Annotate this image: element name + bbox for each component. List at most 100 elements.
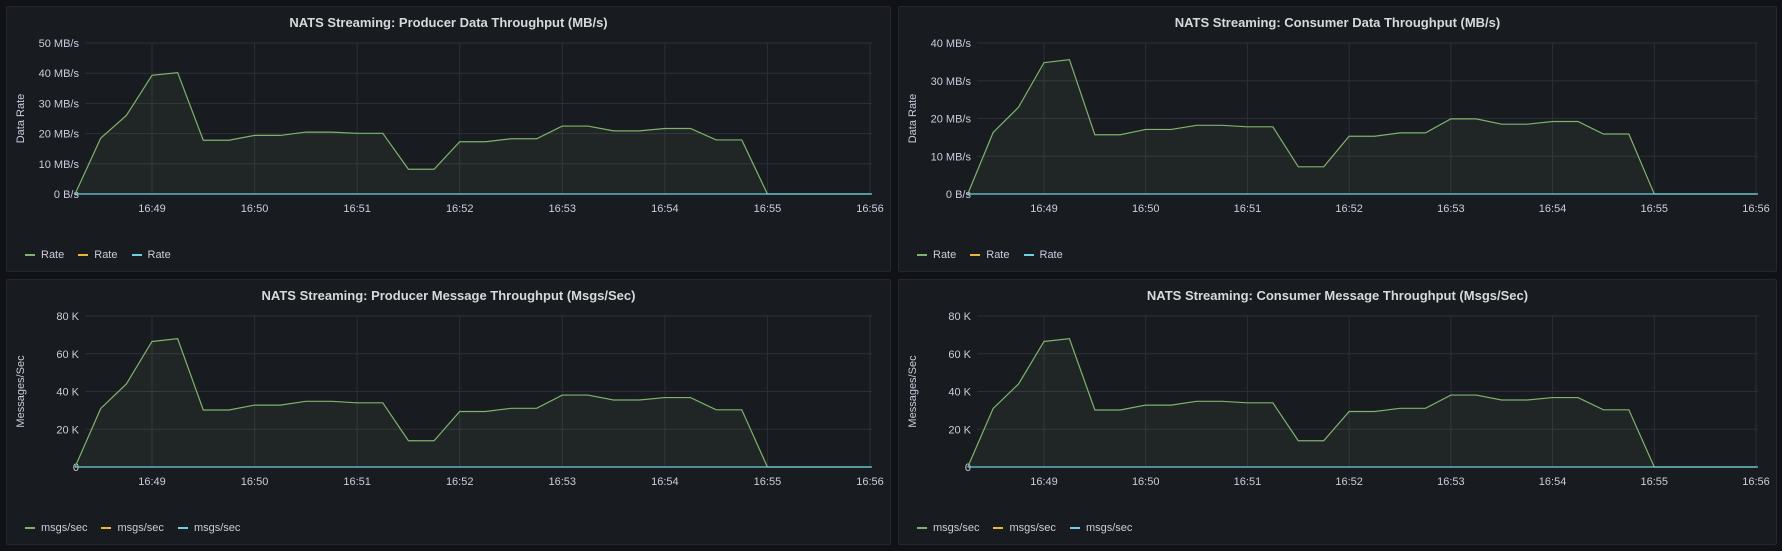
series-area	[75, 338, 871, 467]
legend-item-series-1[interactable]: Rate	[970, 249, 1010, 261]
legend-label: Rate	[147, 249, 171, 261]
legend: Rate Rate Rate	[25, 249, 171, 261]
legend-swatch	[970, 254, 981, 256]
y-tick-label: 60 K	[56, 349, 79, 361]
x-tick-label: 16:50	[241, 203, 269, 215]
y-tick-label: 40 K	[948, 387, 971, 399]
legend-label: msgs/sec	[117, 522, 164, 534]
x-tick-label: 16:50	[241, 476, 269, 488]
y-tick-label: 10 MB/s	[39, 159, 80, 171]
legend-swatch	[993, 527, 1004, 529]
x-tick-label: 16:49	[1030, 476, 1058, 488]
chart: 020 K40 K60 K80 K16:49 16:50 16:51 16:52 16:…	[15, 311, 884, 488]
y-tick-label: 60 K	[948, 349, 971, 361]
legend-item-series-0[interactable]: msgs/sec	[25, 522, 87, 534]
legend-swatch	[25, 527, 35, 529]
legend-label: msgs/sec	[1009, 522, 1056, 534]
y-tick-label: 0 B/s	[946, 189, 972, 201]
legend-swatch	[131, 254, 142, 256]
x-tick-label: 16:52	[1335, 476, 1363, 488]
x-tick-label: 16:56	[1742, 203, 1770, 215]
legend-label: msgs/sec	[1085, 522, 1133, 534]
x-tick-label: 16:55	[1641, 203, 1669, 215]
x-tick-label: 16:52	[1335, 203, 1363, 215]
panel-consumer-data-throughput[interactable]: NATS Streaming: Consumer Data Throughput…	[898, 6, 1777, 272]
legend-label: Rate	[933, 249, 957, 261]
x-tick-label: 16:51	[1234, 476, 1262, 488]
x-tick-label: 16:54	[1539, 203, 1567, 215]
y-tick-label: 20 K	[56, 424, 79, 436]
legend-item-series-2[interactable]: Rate	[1023, 249, 1063, 261]
legend-item-series-1[interactable]: msgs/sec	[101, 522, 164, 534]
legend-swatch	[1069, 527, 1080, 529]
legend-swatch	[917, 527, 927, 529]
y-tick-label: 0 B/s	[54, 189, 80, 201]
x-tick-label: 16:50	[1132, 476, 1160, 488]
legend-item-series-1[interactable]: Rate	[78, 249, 118, 261]
y-tick-label: 20 K	[948, 424, 971, 436]
legend: msgs/sec msgs/sec msgs/sec	[25, 522, 240, 534]
legend-label: msgs/sec	[933, 522, 980, 534]
x-tick-label: 16:49	[138, 203, 166, 215]
y-axis-label: Messages/Sec	[907, 355, 919, 428]
legend-label: Rate	[986, 249, 1010, 261]
y-tick-label: 10 MB/s	[931, 151, 972, 163]
x-tick-label: 16:49	[1030, 203, 1058, 215]
y-tick-label: 20 MB/s	[931, 114, 972, 126]
y-tick-label: 30 MB/s	[39, 98, 80, 110]
legend-swatch	[25, 254, 35, 256]
legend-item-series-2[interactable]: Rate	[131, 249, 171, 261]
x-tick-label: 16:56	[1742, 476, 1770, 488]
x-tick-label: 16:53	[1437, 203, 1465, 215]
series-area	[967, 59, 1756, 194]
chart: 0 B/s 10 MB/s 20 MB/s 30 MB/s 40 MB/s 50 MB/s…	[15, 38, 884, 215]
panel-consumer-message-throughput[interactable]: NATS Streaming: Consumer Message Through…	[898, 279, 1777, 545]
y-tick-label: 80 K	[948, 311, 971, 323]
x-tick-label: 16:52	[446, 203, 474, 215]
y-axis-label: Messages/Sec	[15, 355, 27, 428]
y-tick-label: 40 MB/s	[931, 38, 972, 50]
y-tick-label: 40 K	[56, 387, 79, 399]
legend-item-series-2[interactable]: msgs/sec	[1069, 522, 1133, 534]
x-tick-label: 16:55	[1641, 476, 1669, 488]
x-tick-label: 16:54	[651, 476, 679, 488]
legend-item-series-0[interactable]: Rate	[917, 249, 956, 261]
legend-label: msgs/sec	[193, 522, 241, 534]
legend-item-series-0[interactable]: msgs/sec	[917, 522, 979, 534]
legend-swatch	[101, 527, 112, 529]
legend: msgs/sec msgs/sec msgs/sec	[917, 522, 1132, 534]
x-tick-label: 16:55	[754, 203, 782, 215]
y-axis-label: Data Rate	[907, 94, 919, 144]
legend-label: Rate	[1039, 249, 1063, 261]
y-tick-label: 80 K	[56, 311, 79, 323]
x-tick-label: 16:51	[343, 203, 371, 215]
legend-swatch	[917, 254, 927, 256]
chart: 0 B/s 10 MB/s 20 MB/s 30 MB/s 40 MB/s 16:49 16…	[907, 38, 1770, 215]
x-tick-label: 16:51	[1234, 203, 1262, 215]
legend-swatch	[78, 254, 89, 256]
x-tick-label: 16:53	[1437, 476, 1465, 488]
y-tick-label: 30 MB/s	[931, 76, 972, 88]
legend-label: Rate	[94, 249, 118, 261]
y-axis-label: Data Rate	[15, 94, 27, 144]
x-tick-label: 16:52	[446, 476, 474, 488]
legend-item-series-1[interactable]: msgs/sec	[993, 522, 1056, 534]
panel-producer-data-throughput[interactable]: NATS Streaming: Producer Data Throughput…	[6, 6, 891, 272]
x-tick-label: 16:55	[754, 476, 782, 488]
panel-producer-message-throughput[interactable]: NATS Streaming: Producer Message Through…	[6, 279, 891, 545]
series-area	[967, 338, 1756, 467]
legend-item-series-2[interactable]: msgs/sec	[177, 522, 241, 534]
x-tick-label: 16:50	[1132, 203, 1160, 215]
x-tick-label: 16:54	[651, 203, 679, 215]
legend-label: msgs/sec	[41, 522, 88, 534]
legend: Rate Rate Rate	[917, 249, 1063, 261]
x-tick-label: 16:56	[856, 476, 884, 488]
y-tick-label: 20 MB/s	[39, 129, 80, 141]
legend-item-series-0[interactable]: Rate	[25, 249, 64, 261]
chart: 020 K40 K60 K80 K16:49 16:50 16:51 16:52 16:…	[907, 311, 1770, 488]
x-tick-label: 16:54	[1539, 476, 1567, 488]
x-tick-label: 16:51	[343, 476, 371, 488]
legend-swatch	[177, 527, 188, 529]
legend-swatch	[1023, 254, 1034, 256]
x-tick-label: 16:49	[138, 476, 166, 488]
